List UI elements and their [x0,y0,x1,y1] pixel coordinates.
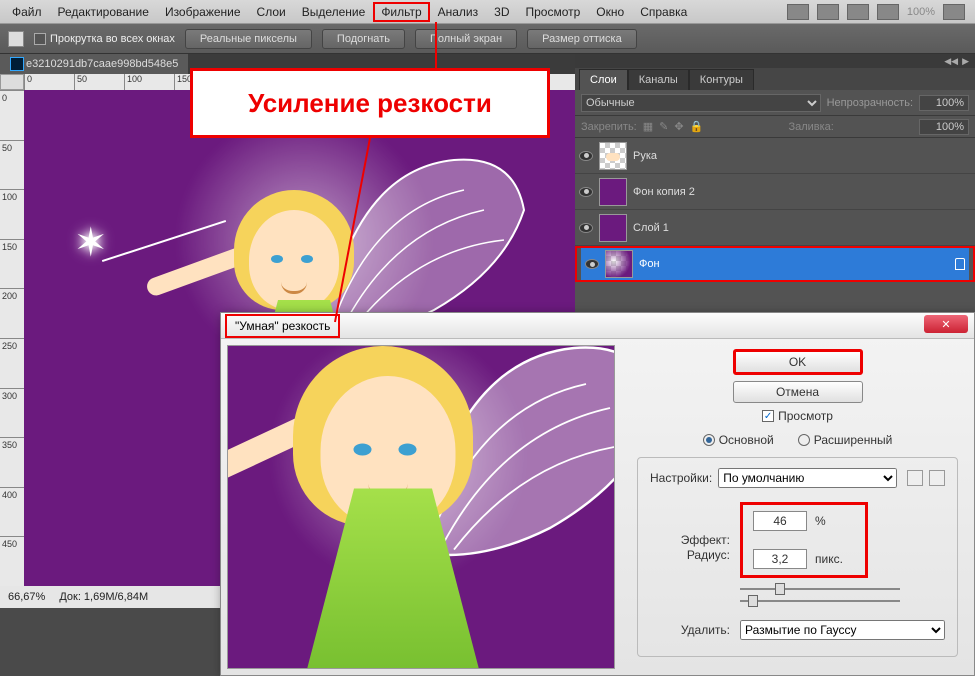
menu-window[interactable]: Окно [588,2,632,22]
layer-row[interactable]: Слой 1 [575,210,975,246]
doc-size: Док: 1,69M/6,84M [59,591,148,603]
dialog-preview[interactable] [227,345,615,669]
zoom-display: 100% [907,6,935,18]
layer-thumbnail[interactable] [599,142,627,170]
layer-name[interactable]: Рука [633,150,657,162]
layer-lock-row: Закрепить: ▦ ✎ ✥ 🔒 Заливка: 100% [575,116,975,138]
main-menu-bar: Файл Редактирование Изображение Слои Выд… [0,0,975,24]
lock-pixels-icon[interactable]: ✎ [659,120,668,133]
dialog-title: "Умная" резкость [225,314,340,338]
workspace-icon[interactable] [943,4,965,20]
mode-basic-radio[interactable]: Основной [703,433,774,447]
layer-name[interactable]: Фон [639,258,660,270]
visibility-icon[interactable] [585,259,599,269]
menu-view[interactable]: Просмотр [517,2,588,22]
settings-select[interactable]: По умолчанию [718,468,897,488]
tab-channels[interactable]: Каналы [628,69,689,90]
tab-paths[interactable]: Контуры [689,69,754,90]
layer-row[interactable]: Рука [575,138,975,174]
ok-button[interactable]: OK [733,349,863,375]
lock-icon [955,258,965,270]
full-screen-button[interactable]: Полный экран [415,29,517,49]
vertical-ruler[interactable]: 050100150200250300350400450 [0,90,24,586]
visibility-icon[interactable] [579,151,593,161]
close-icon[interactable]: ✕ [924,315,968,333]
visibility-icon[interactable] [579,223,593,233]
layer-thumbnail[interactable] [605,250,633,278]
actual-pixels-button[interactable]: Реальные пикселы [185,29,312,49]
options-bar: Прокрутка во всех окнах Реальные пикселы… [0,24,975,54]
fill-label: Заливка: [788,121,833,133]
fairy-face [249,210,339,310]
hand-tool-icon[interactable] [8,31,24,47]
effect-unit: % [815,514,855,528]
panel-grip[interactable]: ◀◀▶ [575,54,975,68]
visibility-icon[interactable] [579,187,593,197]
delete-preset-icon[interactable] [929,470,945,486]
preview-checkbox[interactable]: ✓Просмотр [637,409,958,423]
menu-3d[interactable]: 3D [486,2,517,22]
layer-row[interactable]: Фон копия 2 [575,174,975,210]
mini-bridge-icon[interactable] [817,4,839,20]
print-size-button[interactable]: Размер оттиска [527,29,637,49]
menu-layers[interactable]: Слои [249,2,294,22]
effect-input[interactable]: 46 [753,511,807,531]
annotation-callout: Усиление резкости [190,68,550,138]
document-tab-label: e3210291db7caae998bd548e5 [26,58,178,70]
radius-input[interactable]: 3,2 [753,549,807,569]
scroll-all-windows-check[interactable]: Прокрутка во всех окнах [34,33,175,45]
layer-thumbnail[interactable] [599,214,627,242]
layer-thumbnail[interactable] [599,178,627,206]
dialog-titlebar[interactable]: "Умная" резкость ✕ [221,313,974,339]
effect-label: Эффект: [650,533,730,547]
opacity-value[interactable]: 100% [919,95,969,111]
blend-mode-select[interactable]: Обычные [581,94,821,112]
menu-edit[interactable]: Редактирование [50,2,157,22]
dialog-controls: OK Отмена ✓Просмотр Основной Расширенный… [621,339,974,675]
settings-label: Настройки: [650,471,712,485]
panel-tabs: Слои Каналы Контуры [575,68,975,90]
lock-label: Закрепить: [581,121,637,133]
arrange-icon[interactable] [877,4,899,20]
remove-select[interactable]: Размытие по Гауссу [740,620,945,640]
layer-name[interactable]: Фон копия 2 [633,186,695,198]
opacity-label: Непрозрачность: [827,97,913,109]
cancel-button[interactable]: Отмена [733,381,863,403]
screen-mode-icon[interactable] [847,4,869,20]
mode-advanced-radio[interactable]: Расширенный [798,433,893,447]
save-preset-icon[interactable] [907,470,923,486]
fit-screen-button[interactable]: Подогнать [322,29,405,49]
radius-slider[interactable] [740,592,900,610]
menu-filter[interactable]: Фильтр [373,2,429,22]
radius-label: Радиус: [650,548,730,562]
menu-image[interactable]: Изображение [157,2,249,22]
effect-radius-highlight: 46 % 3,2 пикс. [740,502,868,578]
layer-blend-row: Обычные Непрозрачность: 100% [575,90,975,116]
smart-sharpen-dialog: "Умная" резкость ✕ OK Отмена ✓Просмотр О… [220,312,975,676]
menu-analysis[interactable]: Анализ [430,2,487,22]
tab-layers[interactable]: Слои [579,69,628,90]
lock-transparency-icon[interactable]: ▦ [643,120,653,133]
menu-select[interactable]: Выделение [294,2,374,22]
layer-row-selected[interactable]: Фон [575,246,975,282]
fill-value[interactable]: 100% [919,119,969,135]
document-tab[interactable]: e3210291db7caae998bd548e5 [0,54,188,74]
scroll-all-label: Прокрутка во всех окнах [50,33,175,45]
layer-name[interactable]: Слой 1 [633,222,669,234]
menu-file[interactable]: Файл [4,2,50,22]
bridge-icon[interactable] [787,4,809,20]
zoom-value[interactable]: 66,67% [8,591,45,603]
settings-fieldset: Настройки: По умолчанию Эффект: 46 % [637,457,958,657]
lock-position-icon[interactable]: ✥ [674,120,683,133]
ps-file-icon [10,57,24,71]
ruler-origin[interactable] [0,74,24,90]
annotation-text: Усиление резкости [248,88,492,119]
radius-unit: пикс. [815,552,855,566]
remove-label: Удалить: [650,623,730,637]
layer-list: Рука Фон копия 2 Слой 1 Фон [575,138,975,282]
menu-help[interactable]: Справка [632,2,695,22]
lock-all-icon[interactable]: 🔒 [690,120,704,133]
preview-label: Просмотр [778,409,833,423]
